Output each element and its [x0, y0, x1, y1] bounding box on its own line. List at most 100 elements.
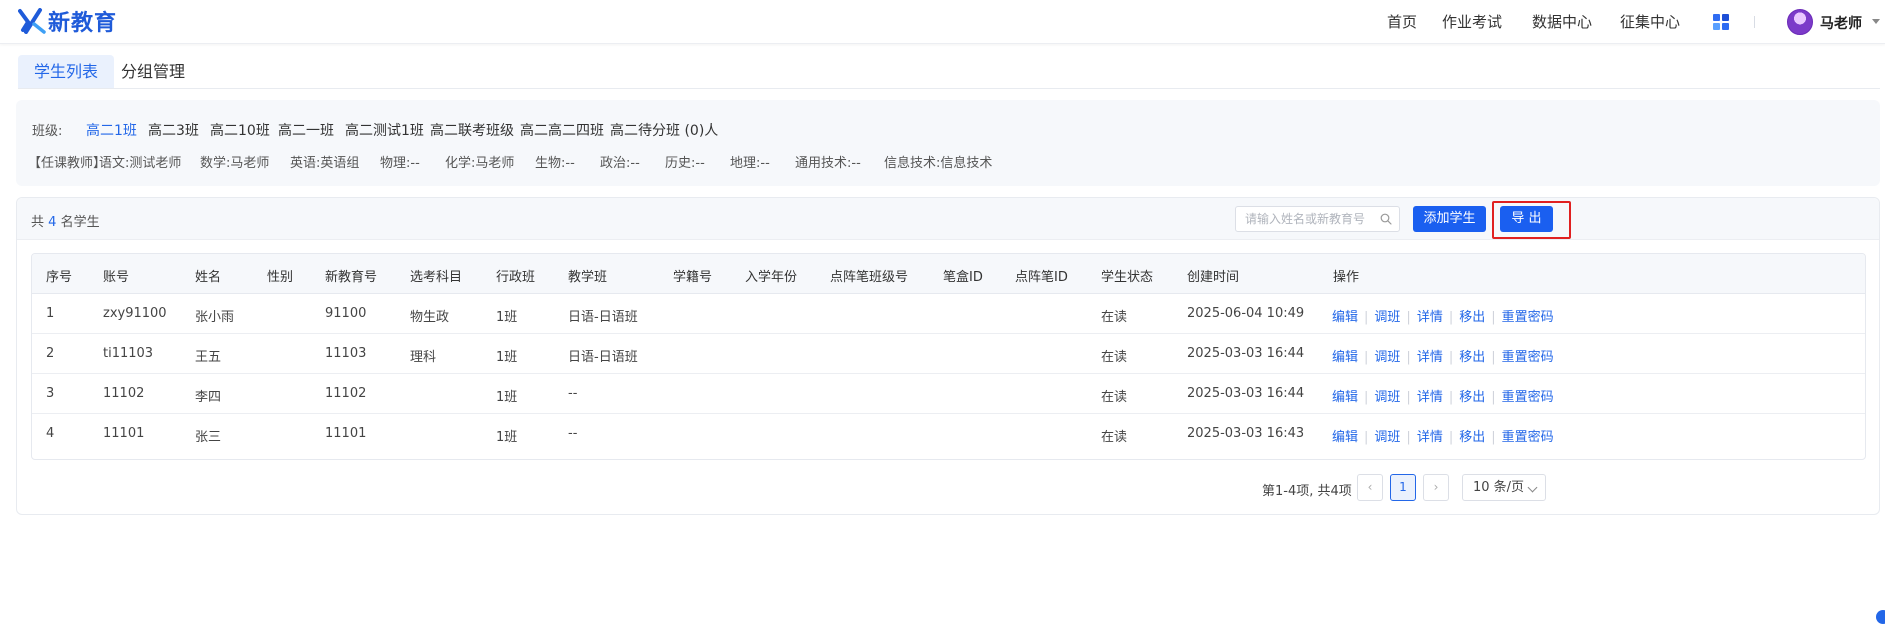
search-icon[interactable]	[1380, 213, 1392, 225]
transfer-class-link[interactable]: 调班	[1374, 310, 1400, 325]
teacher-item: 数学:马老师	[200, 156, 270, 171]
count-suffix: 名学生	[60, 215, 100, 230]
edit-link[interactable]: 编辑	[1332, 390, 1358, 405]
teacher-item: 化学:马老师	[445, 156, 515, 171]
transfer-class-link[interactable]: 调班	[1374, 390, 1400, 405]
column-header: 新教育号	[325, 270, 378, 285]
table-header: 序号 账号 姓名 性别 新教育号 选考科目 行政班 教学班 学籍号 入学年份 点…	[32, 254, 1865, 294]
cell-account: zxy91100	[103, 306, 167, 321]
nav-data-center[interactable]: 数据中心	[1532, 11, 1592, 32]
cell-status: 在读	[1101, 350, 1128, 365]
transfer-class-link[interactable]: 调班	[1374, 430, 1400, 445]
reset-password-link[interactable]: 重置密码	[1502, 350, 1554, 365]
cell-account: ti11103	[103, 346, 154, 361]
table-row: 3 11102 李四 11102 1班 -- 在读 2025-03-03 16:…	[32, 374, 1865, 414]
apps-grid-icon[interactable]	[1713, 14, 1729, 30]
teacher-item: 生物:--	[535, 156, 575, 171]
class-option[interactable]: 高二联考班级	[430, 120, 514, 140]
user-name[interactable]: 马老师	[1820, 13, 1862, 33]
cell-edu-no: 11103	[325, 346, 367, 361]
cell-edu-no: 11101	[325, 426, 367, 441]
edit-link[interactable]: 编辑	[1332, 350, 1358, 365]
row-actions: 编辑 | 调班 | 详情 | 移出 | 重置密码	[1332, 350, 1554, 365]
remove-link[interactable]: 移出	[1459, 430, 1485, 445]
avatar[interactable]	[1787, 9, 1813, 35]
prev-page-button[interactable]: ‹	[1357, 474, 1383, 501]
details-link[interactable]: 详情	[1417, 390, 1443, 405]
details-link[interactable]: 详情	[1417, 310, 1443, 325]
column-header: 教学班	[568, 270, 608, 285]
cell-created: 2025-03-03 16:43	[1187, 426, 1305, 441]
table-row: 2 ti11103 王五 11103 理科 1班 日语-日语班 在读 2025-…	[32, 334, 1865, 374]
nav-homework-exam[interactable]: 作业考试	[1442, 11, 1502, 32]
top-header: 新教育 首页 作业考试 数据中心 征集中心 马老师	[0, 0, 1885, 44]
details-link[interactable]: 详情	[1417, 430, 1443, 445]
cell-admin-class: 1班	[496, 390, 518, 405]
teacher-item: 政治:--	[600, 156, 640, 171]
class-option[interactable]: 高二测试1班	[345, 120, 424, 140]
search-box[interactable]	[1235, 206, 1400, 232]
cell-index: 1	[46, 306, 55, 321]
cell-account: 11101	[103, 426, 145, 441]
reset-password-link[interactable]: 重置密码	[1502, 390, 1554, 405]
remove-link[interactable]: 移出	[1459, 350, 1485, 365]
table-row: 1 zxy91100 张小雨 91100 物生政 1班 日语-日语班 在读 20…	[32, 294, 1865, 334]
remove-link[interactable]: 移出	[1459, 390, 1485, 405]
page-size-select[interactable]: 10 条/页	[1462, 474, 1546, 501]
edit-link[interactable]: 编辑	[1332, 430, 1358, 445]
cell-status: 在读	[1101, 310, 1128, 325]
class-option[interactable]: 高二3班	[148, 120, 199, 140]
tab-student-list[interactable]: 学生列表	[18, 55, 115, 89]
column-header: 性别	[267, 270, 294, 285]
transfer-class-link[interactable]: 调班	[1374, 350, 1400, 365]
nav-collection-center[interactable]: 征集中心	[1620, 11, 1680, 32]
column-header: 点阵笔ID	[1015, 270, 1068, 285]
reset-password-link[interactable]: 重置密码	[1502, 310, 1554, 325]
cell-created: 2025-03-03 16:44	[1187, 386, 1305, 401]
class-option[interactable]: 高二10班	[210, 120, 270, 140]
cell-edu-no: 91100	[325, 306, 367, 321]
export-button[interactable]: 导 出	[1500, 206, 1553, 232]
class-option[interactable]: 高二1班	[86, 120, 137, 140]
filter-panel: 班级: 高二1班 高二3班 高二10班 高二一班 高二测试1班 高二联考班级 高…	[16, 100, 1880, 186]
student-table: 序号 账号 姓名 性别 新教育号 选考科目 行政班 教学班 学籍号 入学年份 点…	[31, 253, 1866, 460]
next-page-button[interactable]: ›	[1423, 474, 1449, 501]
column-header: 笔盒ID	[943, 270, 983, 285]
cell-index: 4	[46, 426, 55, 441]
column-header: 行政班	[496, 270, 536, 285]
tab-group-management[interactable]: 分组管理	[105, 55, 201, 89]
details-link[interactable]: 详情	[1417, 350, 1443, 365]
add-student-button[interactable]: 添加学生	[1413, 206, 1486, 232]
remove-link[interactable]: 移出	[1459, 310, 1485, 325]
cell-index: 2	[46, 346, 55, 361]
row-actions: 编辑 | 调班 | 详情 | 移出 | 重置密码	[1332, 390, 1554, 405]
column-header: 账号	[103, 270, 130, 285]
count-number: 4	[48, 215, 57, 230]
cell-teach-class: 日语-日语班	[568, 310, 638, 325]
header-divider	[1754, 16, 1755, 28]
column-header: 学生状态	[1101, 270, 1154, 285]
brand-logo[interactable]: 新教育	[18, 6, 117, 36]
search-input[interactable]	[1236, 207, 1376, 231]
cell-name: 张三	[195, 430, 222, 445]
edit-link[interactable]: 编辑	[1332, 310, 1358, 325]
class-label: 班级:	[32, 124, 63, 139]
pagination-summary: 第1-4项, 共4项	[1262, 484, 1352, 499]
reset-password-link[interactable]: 重置密码	[1502, 430, 1554, 445]
logo-mark-icon	[18, 8, 46, 34]
chevron-down-icon[interactable]	[1872, 19, 1880, 24]
teacher-item: 信息技术:信息技术	[884, 156, 993, 171]
class-option[interactable]: 高二一班	[278, 120, 334, 140]
column-header: 点阵笔班级号	[830, 270, 909, 285]
cell-subjects: 理科	[410, 350, 437, 365]
page-number-button[interactable]: 1	[1390, 474, 1416, 501]
cell-edu-no: 11102	[325, 386, 367, 401]
cell-admin-class: 1班	[496, 430, 518, 445]
count-prefix: 共	[31, 215, 45, 230]
cell-teach-class: 日语-日语班	[568, 350, 638, 365]
column-header: 学籍号	[673, 270, 713, 285]
class-option[interactable]: 高二高二四班	[520, 120, 604, 140]
teacher-item: 历史:--	[665, 156, 705, 171]
nav-home[interactable]: 首页	[1387, 11, 1417, 32]
class-option[interactable]: 高二待分班 (0)人	[610, 120, 718, 140]
